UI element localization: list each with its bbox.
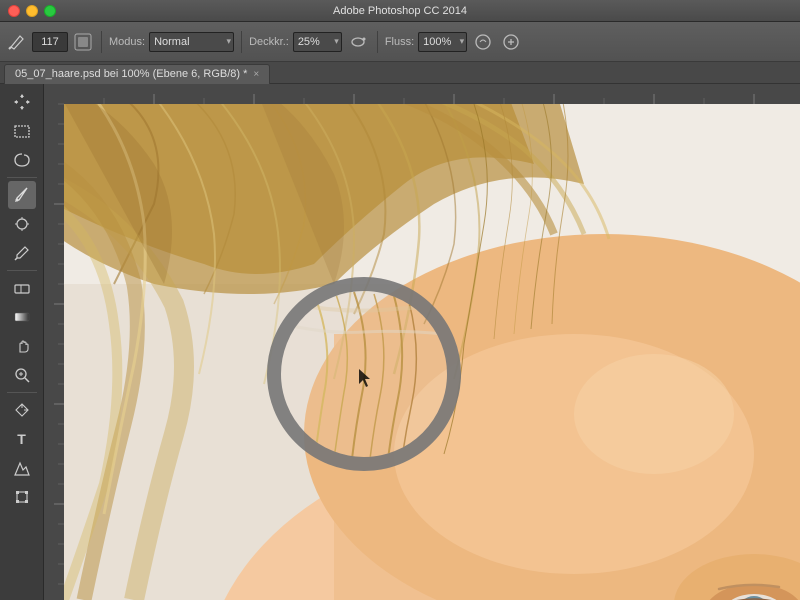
photo-canvas[interactable] (64, 84, 800, 600)
tool-sep-3 (7, 392, 37, 393)
window-title: Adobe Photoshop CC 2014 (333, 5, 467, 17)
tool-select-rect[interactable] (8, 117, 36, 145)
text-tool-label: T (17, 431, 26, 447)
tool-zoom[interactable] (8, 361, 36, 389)
tool-hand[interactable] (8, 332, 36, 360)
tool-sep-2 (7, 270, 37, 271)
tool-gradient[interactable] (8, 303, 36, 331)
fluss-select[interactable]: 100% 75% 50% 25% (418, 32, 467, 52)
fluss-label: Fluss: (385, 36, 414, 48)
tool-eyedropper[interactable] (8, 239, 36, 267)
tool-transform[interactable] (8, 483, 36, 511)
deckkr-select-wrapper[interactable]: 25% 50% 75% 100% (293, 32, 342, 52)
extra-icon-1[interactable] (471, 30, 495, 54)
tool-pen[interactable] (8, 396, 36, 424)
extra-icon-2[interactable] (499, 30, 523, 54)
toolbar: 117 Modus: Normal Aufhellen Abdunkeln Mu… (0, 22, 800, 62)
canvas-area[interactable] (44, 84, 800, 600)
toolbar-sep-2 (241, 31, 242, 53)
tool-path-select[interactable] (8, 454, 36, 482)
fluss-select-wrapper[interactable]: 100% 75% 50% 25% (418, 32, 467, 52)
airbrush-icon[interactable] (346, 30, 370, 54)
canvas-svg (64, 84, 800, 600)
modus-select-wrapper[interactable]: Normal Aufhellen Abdunkeln Multipliziere… (149, 32, 234, 52)
tool-clone-stamp[interactable] (8, 210, 36, 238)
minimize-button[interactable] (26, 5, 38, 17)
brush-shape-icon[interactable] (72, 31, 94, 53)
tool-sep-1 (7, 177, 37, 178)
document-tab[interactable]: 05_07_haare.psd bei 100% (Ebene 6, RGB/8… (4, 64, 270, 84)
tool-text[interactable]: T (8, 425, 36, 453)
maximize-button[interactable] (44, 5, 56, 17)
modus-select[interactable]: Normal Aufhellen Abdunkeln Multipliziere… (149, 32, 234, 52)
toolbar-sep-3 (377, 31, 378, 53)
deckkr-select[interactable]: 25% 50% 75% 100% (293, 32, 342, 52)
toolbar-sep-1 (101, 31, 102, 53)
modus-label: Modus: (109, 36, 145, 48)
tool-move[interactable] (8, 88, 36, 116)
left-toolbar: T (0, 84, 44, 600)
title-bar: Adobe Photoshop CC 2014 (0, 0, 800, 22)
brush-tool-icon (6, 31, 28, 53)
main-area: T (0, 84, 800, 600)
brush-size-input[interactable]: 117 (32, 32, 68, 52)
left-ruler (44, 84, 64, 600)
close-button[interactable] (8, 5, 20, 17)
tab-label: 05_07_haare.psd bei 100% (Ebene 6, RGB/8… (15, 68, 247, 80)
tab-close-button[interactable]: × (253, 69, 259, 80)
window-controls (8, 5, 56, 17)
tool-lasso[interactable] (8, 146, 36, 174)
tool-brush[interactable] (8, 181, 36, 209)
tab-bar: 05_07_haare.psd bei 100% (Ebene 6, RGB/8… (0, 62, 800, 84)
tool-eraser[interactable] (8, 274, 36, 302)
deckkr-label: Deckkr.: (249, 36, 289, 48)
